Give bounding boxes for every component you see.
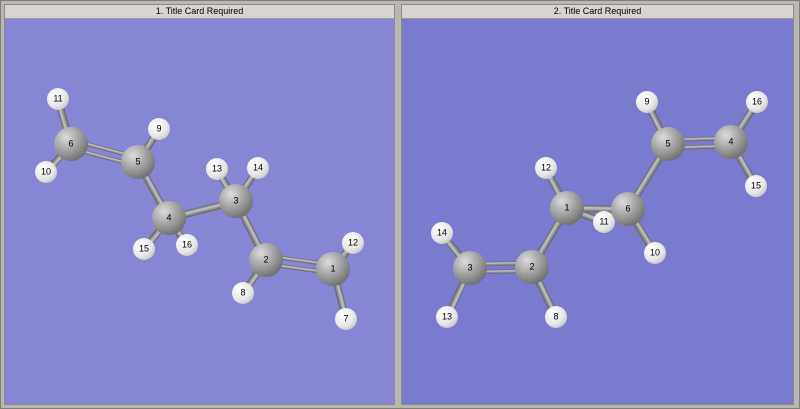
atom-label: 11 — [53, 95, 62, 104]
atom-C3[interactable]: 3 — [453, 251, 487, 285]
atom-H8[interactable]: 8 — [232, 282, 254, 304]
atom-label: 9 — [644, 98, 649, 107]
atom-H10[interactable]: 10 — [35, 161, 57, 183]
atom-label: 11 — [599, 218, 608, 227]
atom-label: 10 — [41, 168, 51, 177]
atom-H16[interactable]: 16 — [176, 234, 198, 256]
atom-H14[interactable]: 14 — [247, 157, 269, 179]
atom-label: 7 — [343, 315, 348, 324]
atom-label: 10 — [650, 249, 660, 258]
atom-C6[interactable]: 6 — [611, 192, 645, 226]
atom-label: 12 — [541, 164, 551, 173]
atom-H9[interactable]: 9 — [636, 91, 658, 113]
atom-C2[interactable]: 2 — [249, 243, 283, 277]
atom-label: 5 — [665, 140, 670, 149]
atom-label: 8 — [553, 313, 558, 322]
atom-C1[interactable]: 1 — [550, 191, 584, 225]
atom-label: 4 — [166, 214, 171, 223]
atom-H12[interactable]: 12 — [342, 232, 364, 254]
atom-C1[interactable]: 1 — [316, 252, 350, 286]
atom-label: 14 — [437, 229, 447, 238]
atom-label: 14 — [253, 164, 263, 173]
atom-C2[interactable]: 2 — [515, 250, 549, 284]
atom-label: 16 — [182, 241, 192, 250]
molecule-viewport-2[interactable]: 9161512111014138546123 — [402, 19, 793, 404]
atom-label: 2 — [263, 256, 268, 265]
window-2-title: 2. Title Card Required — [554, 6, 642, 16]
atom-H11[interactable]: 11 — [47, 88, 69, 110]
atom-H16[interactable]: 16 — [746, 91, 768, 113]
atom-C5[interactable]: 5 — [651, 127, 685, 161]
atom-C4[interactable]: 4 — [152, 201, 186, 235]
atom-label: 3 — [233, 197, 238, 206]
atom-label: 6 — [625, 205, 630, 214]
window-1-title: 1. Title Card Required — [156, 6, 244, 16]
atom-label: 2 — [529, 263, 534, 272]
atom-label: 15 — [139, 245, 149, 254]
atom-C4[interactable]: 4 — [714, 125, 748, 159]
app-window: 1. Title Card Required 11109131415168127… — [0, 0, 800, 409]
atom-H15[interactable]: 15 — [133, 238, 155, 260]
atom-H15[interactable]: 15 — [745, 175, 767, 197]
molecule-viewport-1[interactable]: 11 10 9 13 14 15 16 8 12 7 6 5 4 3 2 1 — [5, 19, 394, 404]
atom-label: 6 — [68, 140, 73, 149]
atom-label: 1 — [564, 204, 569, 213]
atom-label: 3 — [467, 264, 472, 273]
atom-label: 1 — [330, 265, 335, 274]
atom-C5[interactable]: 5 — [121, 145, 155, 179]
atom-H13[interactable]: 13 — [206, 158, 228, 180]
atom-H12[interactable]: 12 — [535, 157, 557, 179]
atom-H10[interactable]: 10 — [644, 242, 666, 264]
atom-H8[interactable]: 8 — [545, 306, 567, 328]
molecule-window-1: 1. Title Card Required 11109131415168127… — [4, 4, 395, 405]
atom-C6[interactable]: 6 — [54, 127, 88, 161]
atom-H14[interactable]: 14 — [431, 222, 453, 244]
atom-label: 13 — [442, 313, 452, 322]
atom-label: 5 — [135, 158, 140, 167]
molecule-window-2: 2. Title Card Required 91615121110141385… — [401, 4, 794, 405]
window-2-titlebar[interactable]: 2. Title Card Required — [402, 5, 793, 19]
atom-label: 16 — [752, 98, 762, 107]
atom-C3[interactable]: 3 — [219, 184, 253, 218]
atom-H13[interactable]: 13 — [436, 306, 458, 328]
atom-label: 4 — [728, 138, 733, 147]
atom-label: 13 — [212, 165, 222, 174]
window-1-titlebar[interactable]: 1. Title Card Required — [5, 5, 394, 19]
atom-label: 8 — [240, 289, 245, 298]
atom-label: 15 — [751, 182, 761, 191]
atom-H7[interactable]: 7 — [335, 308, 357, 330]
atom-label: 12 — [348, 239, 358, 248]
atom-label: 9 — [156, 125, 161, 134]
atom-H9[interactable]: 9 — [148, 118, 170, 140]
